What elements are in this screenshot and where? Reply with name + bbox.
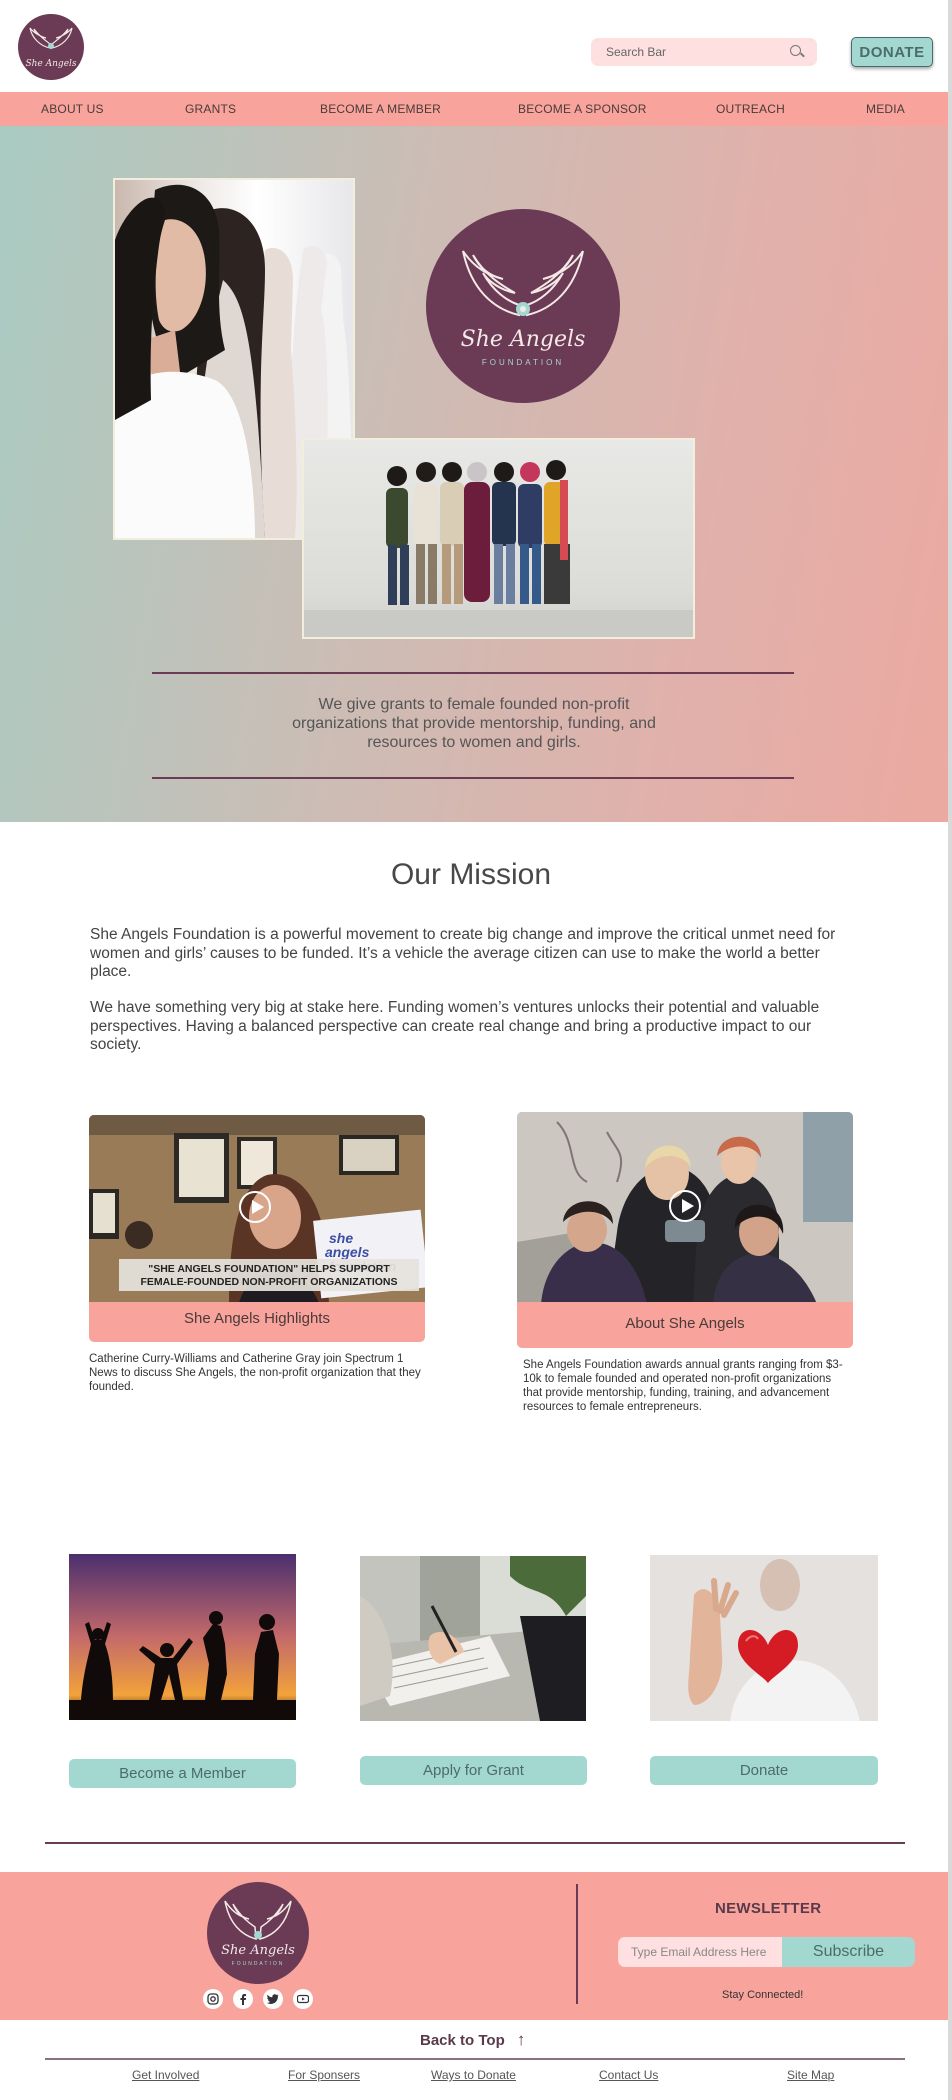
facebook-icon[interactable] (233, 1989, 253, 2009)
video-highlights-title[interactable]: She Angels Highlights (89, 1302, 425, 1342)
scrollbar[interactable] (948, 0, 952, 2100)
search-bar[interactable] (591, 38, 817, 66)
heart-hand-image (650, 1555, 878, 1721)
nav-about-us[interactable]: ABOUT US (41, 92, 104, 126)
back-to-top-link[interactable]: Back to Top ↑ (420, 2030, 525, 2050)
logo-small[interactable]: She Angels (18, 14, 84, 80)
angel-wings-icon (224, 1900, 292, 1940)
video-about-caption: She Angels Foundation awards annual gran… (523, 1359, 843, 1413)
footer-link-contact-us[interactable]: Contact Us (599, 2068, 658, 2082)
women-group-photo (302, 438, 695, 639)
logo-large-name: She Angels (460, 327, 586, 352)
search-icon[interactable] (789, 44, 805, 60)
back-to-top-label: Back to Top (420, 2032, 505, 2049)
video-about-thumbnail[interactable] (517, 1112, 853, 1304)
logo-small-text: She Angels (25, 58, 77, 69)
mission-paragraph-2: We have something very big at stake here… (90, 999, 820, 1053)
footer-link-for-sponsers[interactable]: For Sponsers (288, 2068, 360, 2082)
main-nav: ABOUT US GRANTS BECOME A MEMBER BECOME A… (0, 92, 948, 126)
video-overlay-line-1: "SHE ANGELS FOUNDATION" HELPS SUPPORT (148, 1263, 390, 1275)
twitter-icon[interactable] (263, 1989, 283, 2009)
footer-link-get-involved[interactable]: Get Involved (132, 2068, 199, 2082)
video-highlights-caption: Catherine Curry-Williams and Catherine G… (89, 1353, 421, 1393)
divider-top (152, 672, 794, 674)
writing-application-image (360, 1556, 586, 1721)
bottom-divider (45, 2058, 905, 2060)
logo-large-sub: FOUNDATION (481, 358, 565, 367)
footer-link-ways-to-donate[interactable]: Ways to Donate (431, 2068, 516, 2082)
youtube-icon[interactable] (293, 1989, 313, 2009)
play-icon[interactable] (669, 1190, 701, 1222)
footer-logo[interactable]: She Angels FOUNDATION (207, 1882, 309, 1984)
nav-media[interactable]: MEDIA (866, 92, 905, 126)
page: She Angels DONATE ABOUT US GRANTS BECOME… (0, 0, 952, 2100)
logo-large: She Angels FOUNDATION (426, 209, 620, 403)
search-input[interactable] (606, 45, 789, 59)
footer-logo-sub: FOUNDATION (231, 1961, 285, 1967)
footer-link-site-map[interactable]: Site Map (787, 2068, 834, 2082)
footer-logo-name: She Angels (221, 1943, 295, 1958)
nav-grants[interactable]: GRANTS (185, 92, 236, 126)
hero-tagline: We give grants to female founded non-pro… (292, 696, 656, 751)
nav-become-member[interactable]: BECOME A MEMBER (320, 92, 441, 126)
angel-wings-icon (29, 27, 73, 49)
angel-wings-icon (462, 250, 584, 317)
footer-divider (45, 1842, 905, 1844)
footer-vertical-divider (576, 1884, 578, 2004)
nav-become-sponsor[interactable]: BECOME A SPONSOR (518, 92, 647, 126)
mission-title: Our Mission (390, 858, 552, 891)
stay-connected-text: Stay Connected! (722, 1989, 804, 2001)
sign-text-angels: angels (325, 1244, 370, 1260)
play-icon[interactable] (239, 1191, 271, 1223)
donate-button[interactable]: DONATE (851, 37, 933, 67)
donate-cta-button[interactable]: Donate (650, 1756, 878, 1785)
video-overlay-line-2: FEMALE-FOUNDED NON-PROFIT ORGANIZATIONS (140, 1276, 397, 1288)
video-highlights-thumbnail[interactable]: she angels foundation "SHE ANGELS FOUNDA… (89, 1115, 425, 1303)
newsletter-title: NEWSLETTER (715, 1900, 822, 1917)
apply-grant-button[interactable]: Apply for Grant (360, 1756, 587, 1785)
silhouette-sunset-image (69, 1554, 296, 1720)
newsletter-email-field[interactable]: Type Email Address Here (618, 1937, 788, 1967)
arrow-up-icon: ↑ (516, 2030, 526, 2049)
mission-paragraph-1: She Angels Foundation is a powerful move… (90, 926, 836, 980)
divider-bottom (152, 777, 794, 779)
video-about-title[interactable]: About She Angels (517, 1302, 853, 1348)
become-member-button[interactable]: Become a Member (69, 1759, 296, 1788)
instagram-icon[interactable] (203, 1989, 223, 2009)
nav-outreach[interactable]: OUTREACH (716, 92, 785, 126)
subscribe-button[interactable]: Subscribe (782, 1937, 915, 1967)
